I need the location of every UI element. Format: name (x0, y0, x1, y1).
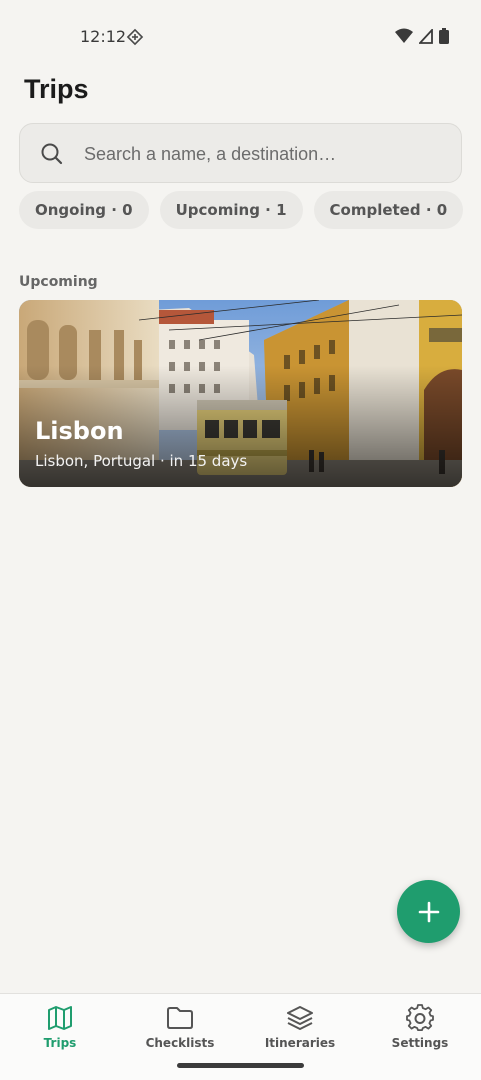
page-title: Trips (24, 74, 89, 104)
search-icon (41, 143, 63, 165)
plus-icon (418, 901, 439, 922)
filter-chip-ongoing[interactable]: Ongoing · 0 (19, 191, 149, 229)
nav-label-settings: Settings (391, 1036, 449, 1050)
layers-icon (287, 1006, 313, 1030)
app-notification-icon (126, 28, 144, 46)
filter-chips: Ongoing · 0 Upcoming · 1 Completed · 0 (19, 191, 464, 229)
status-bar: 12:12 (0, 0, 481, 72)
search-input[interactable] (84, 134, 444, 174)
cellular-signal-icon (419, 28, 433, 44)
add-trip-button[interactable] (397, 880, 460, 943)
nav-label-checklists: Checklists (145, 1036, 215, 1050)
nav-label-trips: Trips (43, 1036, 77, 1050)
status-time: 12:12 (80, 27, 127, 46)
trips-screen: 12:12 Trips Search a name, a destination… (0, 0, 481, 1080)
nav-label-itineraries: Itineraries (264, 1036, 336, 1050)
nav-item-itineraries[interactable]: Itineraries (240, 1004, 360, 1064)
gear-icon (406, 1004, 434, 1032)
status-icons (395, 28, 449, 44)
home-indicator[interactable] (177, 1063, 304, 1068)
filter-chip-upcoming[interactable]: Upcoming · 1 (159, 191, 303, 229)
trip-subtitle: Lisbon, Portugal · in 15 days (35, 452, 248, 470)
trip-title: Lisbon (35, 417, 124, 445)
battery-icon (439, 28, 449, 44)
nav-item-settings[interactable]: Settings (360, 1004, 480, 1064)
nav-item-checklists[interactable]: Checklists (120, 1004, 240, 1064)
nav-item-trips[interactable]: Trips (0, 1004, 120, 1064)
section-label-upcoming: Upcoming (19, 274, 98, 290)
search-bar[interactable] (19, 123, 462, 183)
map-icon (48, 1006, 72, 1030)
trip-card-lisbon[interactable]: Lisbon Lisbon, Portugal · in 15 days (19, 300, 462, 487)
filter-chip-completed[interactable]: Completed · 0 (313, 191, 464, 229)
folder-icon (167, 1007, 193, 1029)
wifi-icon (395, 28, 413, 43)
